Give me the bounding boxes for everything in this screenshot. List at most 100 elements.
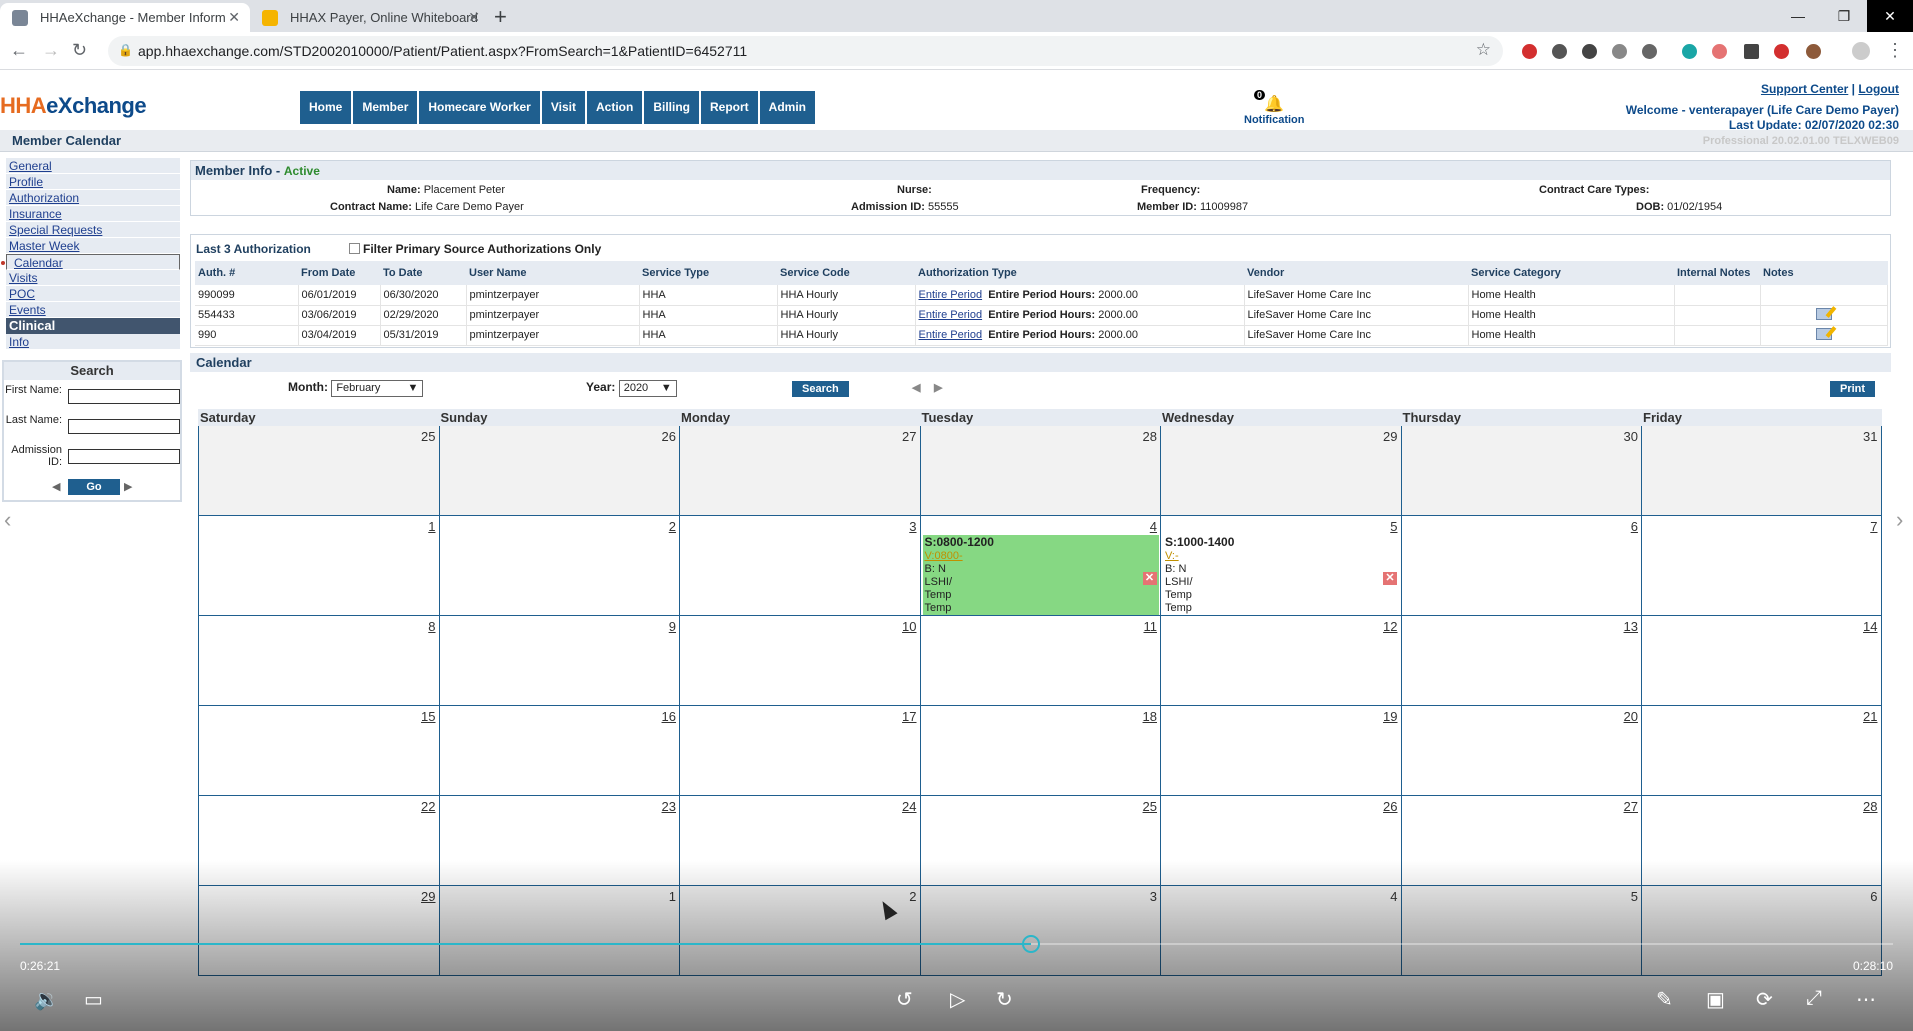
back-icon[interactable]: ← [10, 40, 28, 61]
nav-home[interactable]: Home [300, 91, 352, 124]
reload-icon[interactable]: ↻ [72, 40, 87, 61]
entire-period-link[interactable]: Entire Period [919, 329, 983, 341]
extension-icon[interactable] [1522, 44, 1537, 59]
visit-entry[interactable]: S:0800-1200 V:0800- B: N LSHI/ Temp Temp… [922, 535, 1159, 615]
day-number[interactable]: 15 [421, 709, 435, 724]
nav-member[interactable]: Member [353, 91, 418, 124]
extension-icon[interactable] [1582, 44, 1597, 59]
sidebar-item-events[interactable]: Events [6, 302, 180, 318]
extension-icon[interactable] [1744, 44, 1759, 59]
day-number[interactable]: 2 [669, 519, 676, 534]
day-cell[interactable]: 30 [1400, 426, 1641, 515]
browser-tab-hhaexchange[interactable]: HHAeXchange - Member Inform ✕ [0, 3, 250, 32]
note-edit-icon[interactable] [1815, 327, 1832, 340]
360-view-icon[interactable]: ⟳ [1756, 987, 1773, 1012]
sidebar-item-special-requests[interactable]: Special Requests [6, 222, 180, 238]
day-number[interactable]: 10 [902, 619, 916, 634]
forward-30-icon[interactable]: ↻ [996, 987, 1013, 1012]
sidebar-item-insurance[interactable]: Insurance [6, 206, 180, 222]
print-button[interactable]: Print [1830, 381, 1876, 397]
sidebar-item-poc[interactable]: POC [6, 286, 180, 302]
previous-arrow-icon[interactable]: ◀ [52, 480, 60, 493]
day-number[interactable]: 26 [1383, 799, 1397, 814]
previous-month-icon[interactable]: ◀ [912, 381, 920, 394]
extension-icon[interactable] [1806, 44, 1821, 59]
profile-avatar[interactable] [1852, 42, 1870, 60]
day-cell[interactable]: 28 [919, 426, 1160, 515]
day-number[interactable]: 20 [1624, 709, 1638, 724]
sidebar-item-authorization[interactable]: Authorization [6, 190, 180, 206]
day-cell[interactable]: 15 [198, 706, 439, 795]
day-cell[interactable]: 12 [1160, 616, 1401, 705]
day-number[interactable]: 23 [662, 799, 676, 814]
nav-visit[interactable]: Visit [541, 91, 585, 124]
sidebar-item-info[interactable]: Info [6, 334, 180, 350]
nav-homecare-worker[interactable]: Homecare Worker [419, 91, 540, 124]
day-cell[interactable]: 20 [1400, 706, 1642, 795]
logout-link[interactable]: Logout [1858, 82, 1899, 96]
day-cell[interactable]: 9 [438, 616, 680, 705]
browser-menu-icon[interactable]: ⋮ [1886, 40, 1904, 61]
day-cell[interactable]: 25 [198, 426, 439, 515]
day-number[interactable]: 19 [1383, 709, 1397, 724]
go-button[interactable]: Go [68, 479, 120, 495]
day-cell[interactable]: 26 [438, 426, 679, 515]
extension-icon[interactable] [1612, 44, 1627, 59]
calendar-search-button[interactable]: Search [792, 381, 849, 397]
month-select[interactable]: February ▼ [331, 380, 424, 397]
next-month-icon[interactable]: ▶ [934, 381, 942, 394]
extension-icon[interactable] [1682, 44, 1697, 59]
filter-checkbox[interactable] [349, 243, 360, 254]
day-number[interactable]: 6 [1631, 519, 1638, 534]
visit-time-link[interactable]: V:- [1165, 550, 1179, 562]
admission-id-input[interactable] [68, 449, 180, 464]
day-cell[interactable]: 17 [679, 706, 920, 795]
day-number[interactable]: 25 [1143, 799, 1157, 814]
nav-admin[interactable]: Admin [759, 91, 816, 124]
day-cell[interactable]: 18 [919, 706, 1161, 795]
day-cell[interactable]: 3 [679, 516, 920, 615]
day-cell[interactable]: 31 [1641, 426, 1882, 515]
pen-icon[interactable]: ✎ [1656, 987, 1673, 1012]
close-window-icon[interactable]: ✕ [1867, 0, 1913, 32]
left-chevron-icon[interactable]: ‹ [4, 507, 11, 533]
visit-time-link[interactable]: V:0800- [925, 550, 963, 562]
sidebar-item-general[interactable]: General [6, 158, 180, 174]
day-number[interactable]: 24 [902, 799, 916, 814]
day-number[interactable]: 5 [1390, 519, 1397, 534]
sidebar-item-master-week[interactable]: Master Week [6, 238, 180, 254]
forward-icon[interactable]: → [42, 40, 60, 61]
visit-entry[interactable]: S:1000-1400 V:- B: N LSHI/ Temp Temp ✕ [1163, 535, 1399, 615]
year-select[interactable]: 2020 ▼ [618, 380, 677, 397]
day-cell[interactable]: 16 [438, 706, 680, 795]
new-tab-icon[interactable]: + [494, 4, 507, 30]
browser-tab-whiteboard[interactable]: HHAX Payer, Online Whiteboard ✕ [250, 3, 490, 32]
right-chevron-icon[interactable]: › [1896, 507, 1903, 533]
volume-icon[interactable]: 🔉 [34, 987, 59, 1012]
day-number[interactable]: 3 [909, 519, 916, 534]
play-icon[interactable]: ▷ [950, 987, 965, 1012]
day-cell[interactable]: 8 [198, 616, 439, 705]
day-cell[interactable]: 29 [1160, 426, 1401, 515]
day-number[interactable]: 22 [421, 799, 435, 814]
day-number[interactable]: 7 [1870, 519, 1877, 534]
entire-period-link[interactable]: Entire Period [919, 309, 983, 321]
nav-billing[interactable]: Billing [644, 91, 699, 124]
first-name-input[interactable] [68, 389, 180, 404]
day-number[interactable]: 13 [1624, 619, 1638, 634]
day-number[interactable]: 11 [1144, 619, 1158, 634]
day-number[interactable]: 12 [1383, 619, 1397, 634]
day-cell[interactable]: 19 [1160, 706, 1401, 795]
notification-button[interactable]: 🔔 0 Notification [1244, 90, 1305, 126]
entire-period-link[interactable]: Entire Period [919, 289, 983, 301]
delete-visit-icon[interactable]: ✕ [1383, 572, 1397, 585]
day-number[interactable]: 8 [428, 619, 435, 634]
delete-visit-icon[interactable]: ✕ [1142, 572, 1157, 585]
day-number[interactable]: 16 [662, 709, 676, 724]
day-cell[interactable]: 7 [1641, 516, 1882, 615]
rewind-10-icon[interactable]: ↺ [896, 987, 913, 1012]
bookmark-star-icon[interactable]: ☆ [1476, 40, 1491, 60]
more-options-icon[interactable]: ⋯ [1856, 987, 1876, 1012]
day-number[interactable]: 18 [1143, 709, 1157, 724]
extension-icon[interactable] [1774, 44, 1789, 59]
